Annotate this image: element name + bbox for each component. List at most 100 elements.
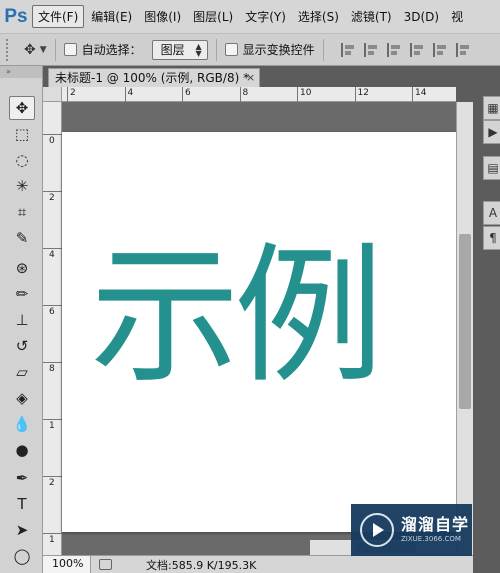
menu-file[interactable]: 文件(F) — [32, 5, 85, 28]
history-panel-icon[interactable]: ▦ — [483, 96, 500, 120]
horizontal-ruler[interactable]: 2 4 6 8 10 12 14 — [62, 87, 456, 102]
ruler-tick — [297, 87, 298, 102]
ruler-label: 8 — [49, 364, 55, 374]
healing-brush-tool-icon[interactable]: ⊛ — [9, 256, 35, 280]
ruler-label: 14 — [415, 88, 427, 98]
show-transform-label: 显示变换控件 — [242, 43, 315, 57]
align-left-icon[interactable] — [409, 42, 424, 57]
document-tab-bar: 未标题-1 @ 100% (示例, RGB/8) * × — [43, 66, 473, 87]
move-tool-icon[interactable]: ✥ — [24, 42, 36, 58]
blur-tool-icon[interactable]: 💧 — [9, 412, 35, 436]
magic-wand-tool-icon[interactable]: ✳ — [9, 174, 35, 198]
menu-type[interactable]: 文字(Y) — [240, 6, 291, 27]
ruler-origin[interactable] — [43, 87, 62, 102]
ruler-label: 1 — [49, 535, 55, 545]
menu-bar: Ps 文件(F) 编辑(E) 图像(I) 图层(L) 文字(Y) 选择(S) 滤… — [0, 0, 500, 33]
ruler-tick — [43, 134, 62, 135]
ruler-label: 0 — [49, 136, 55, 146]
zoom-field[interactable]: 100% — [43, 556, 91, 573]
tools-panel: » ✥ ⬚ ◌ ✳ ⌗ ✎ ⊛ ✏ ⊥ ↺ ▱ ◈ 💧 ● ✒ T ➤ ◯ — [0, 66, 43, 573]
move-tool-icon[interactable]: ✥ — [9, 96, 35, 120]
ruler-label: 1 — [49, 421, 55, 431]
ruler-label: 10 — [300, 88, 312, 98]
vertical-scroll-thumb[interactable] — [459, 234, 471, 409]
watermark: 溜溜自学 ZIXUE.3066.COM — [351, 504, 472, 556]
close-icon[interactable]: × — [246, 69, 255, 87]
dodge-tool-icon[interactable]: ● — [9, 438, 35, 462]
shape-tool-icon[interactable]: ◯ — [9, 544, 35, 568]
separator — [54, 38, 56, 61]
ruler-label: 12 — [357, 88, 369, 98]
ruler-tick — [43, 419, 62, 420]
ruler-tick — [43, 248, 62, 249]
auto-select-checkbox[interactable] — [63, 43, 77, 56]
document-info-icon[interactable] — [99, 559, 112, 570]
paint-bucket-tool-icon[interactable]: ◈ — [9, 386, 35, 410]
ruler-tick — [124, 87, 126, 102]
crop-tool-icon[interactable]: ⌗ — [9, 200, 35, 224]
canvas-workspace[interactable]: 示例 — [62, 102, 456, 555]
tool-preset-dropdown[interactable]: ▼ — [40, 45, 47, 55]
brush-tool-icon[interactable]: ✏ — [9, 282, 35, 306]
paragraph-panel-icon[interactable]: ¶ — [483, 226, 500, 250]
auto-select-label: 自动选择： — [81, 43, 142, 57]
menu-filter[interactable]: 滤镜(T) — [346, 6, 397, 27]
document-tab[interactable]: 未标题-1 @ 100% (示例, RGB/8) * × — [48, 68, 260, 87]
watermark-url: ZIXUE.3066.COM — [401, 535, 461, 543]
lasso-tool-icon[interactable]: ◌ — [9, 148, 35, 172]
options-grip[interactable] — [6, 38, 12, 61]
pen-tool-icon[interactable]: ✒ — [9, 466, 35, 490]
status-bar: 100% 文档:585.9 K/195.3K — [43, 555, 473, 573]
ruler-label: 2 — [49, 478, 55, 488]
clone-stamp-tool-icon[interactable]: ⊥ — [9, 308, 35, 332]
align-vcenter-icon[interactable] — [363, 42, 378, 57]
menu-edit[interactable]: 编辑(E) — [86, 6, 137, 27]
document-tab-title: 未标题-1 @ 100% (示例, RGB/8) * — [55, 71, 250, 85]
auto-select-dropdown[interactable]: 图层 ▲ ▼ — [151, 39, 208, 60]
ruler-tick — [43, 533, 62, 534]
ruler-tick — [67, 87, 68, 102]
type-tool-icon[interactable]: T — [9, 492, 35, 516]
align-top-icon[interactable] — [340, 42, 355, 57]
menu-layer[interactable]: 图层(L) — [188, 6, 238, 27]
ruler-tick — [43, 191, 62, 192]
eyedropper-tool-icon[interactable]: ✎ — [9, 226, 35, 250]
tools-panel-collapse[interactable]: » — [0, 66, 42, 78]
options-bar: ✥ ▼ 自动选择： 图层 ▲ ▼ 显示变换控件 — [0, 33, 500, 66]
ruler-label: 8 — [242, 88, 249, 98]
vertical-ruler[interactable]: 0 2 4 6 8 1 2 1 — [43, 102, 62, 555]
menu-select[interactable]: 选择(S) — [293, 6, 344, 27]
menu-3d[interactable]: 3D(D) — [399, 8, 444, 26]
align-right-icon[interactable] — [455, 42, 470, 57]
ruler-tick — [43, 305, 62, 306]
auto-select-value: 图层 — [160, 43, 185, 57]
ruler-label: 2 — [49, 193, 55, 203]
separator — [322, 38, 324, 61]
ruler-label: 2 — [70, 88, 76, 98]
show-transform-checkbox[interactable] — [224, 43, 238, 56]
marquee-tool-icon[interactable]: ⬚ — [9, 122, 35, 146]
character-panel-icon[interactable]: A — [483, 201, 500, 225]
actions-panel-icon[interactable]: ▶ — [483, 120, 500, 144]
path-selection-tool-icon[interactable]: ➤ — [9, 518, 35, 542]
ruler-tick — [412, 87, 413, 102]
ruler-tick — [43, 362, 62, 363]
adjustments-panel-icon[interactable]: ▤ — [483, 156, 500, 180]
document-canvas[interactable]: 示例 — [62, 132, 456, 532]
separator — [215, 38, 217, 61]
ruler-tick — [239, 87, 241, 102]
menu-view[interactable]: 视 — [446, 6, 468, 27]
right-panel-dock: ▦ ▶ ▤ A ¶ — [473, 66, 500, 573]
ruler-label: 4 — [127, 88, 134, 98]
photoshop-logo[interactable]: Ps — [0, 0, 32, 33]
chevron-updown-icon: ▲ ▼ — [195, 41, 202, 58]
ruler-label: 6 — [185, 88, 191, 98]
align-hcenter-icon[interactable] — [432, 42, 447, 57]
eraser-tool-icon[interactable]: ▱ — [9, 360, 35, 384]
text-layer[interactable]: 示例 — [90, 232, 384, 402]
history-brush-tool-icon[interactable]: ↺ — [9, 334, 35, 358]
vertical-scrollbar[interactable] — [456, 102, 473, 555]
align-bottom-icon[interactable] — [386, 42, 401, 57]
menu-image[interactable]: 图像(I) — [139, 6, 186, 27]
play-logo-icon — [360, 513, 394, 547]
